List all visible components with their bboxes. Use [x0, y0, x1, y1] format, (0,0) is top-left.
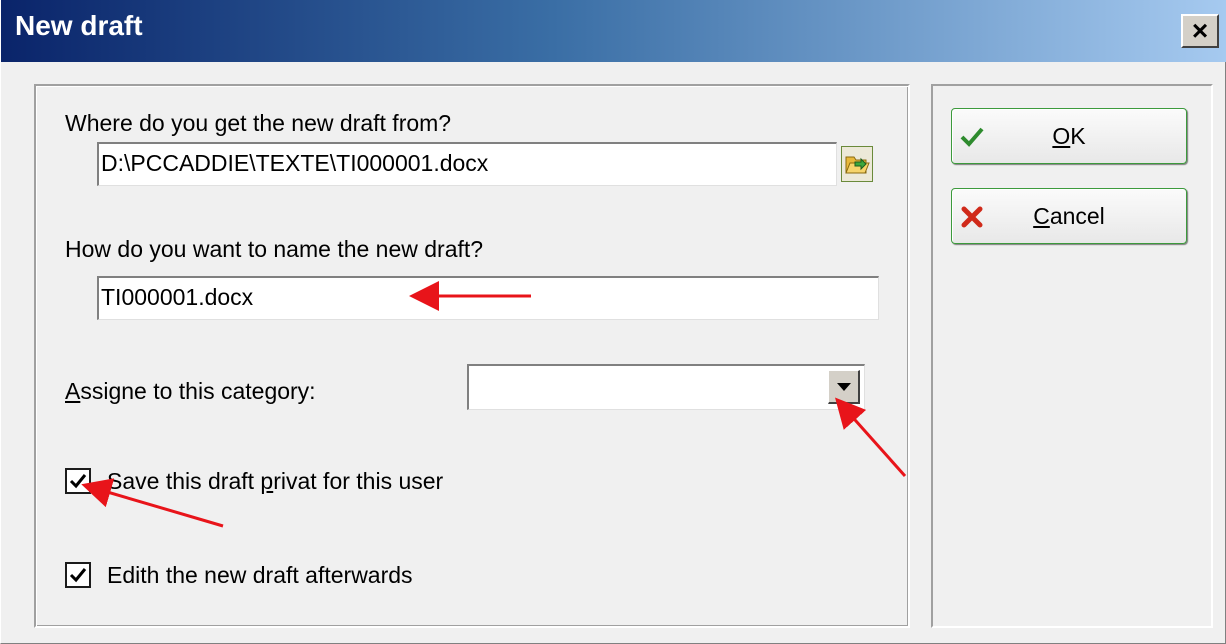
category-label: Assigne to this category:: [65, 378, 316, 404]
category-select[interactable]: [467, 364, 865, 410]
category-dropdown-button[interactable]: [828, 370, 860, 404]
checkmark-icon: [69, 474, 87, 489]
edit-afterwards-checkbox[interactable]: [65, 562, 91, 588]
edit-afterwards-label: Edith the new draft afterwards: [107, 562, 413, 588]
triangle-down-icon: [836, 382, 851, 391]
new-draft-dialog: New draft × Where do you get the new dra…: [0, 0, 1226, 644]
private-checkbox[interactable]: [65, 468, 91, 494]
name-label: How do you want to name the new draft?: [65, 236, 484, 262]
ok-button[interactable]: OK: [951, 108, 1187, 164]
window-title: New draft: [15, 10, 143, 41]
close-button[interactable]: ×: [1181, 14, 1219, 48]
private-checkbox-label: Save this draft privat for this user: [107, 468, 444, 494]
source-label: Where do you get the new draft from?: [65, 110, 452, 136]
browse-folder-button[interactable]: [841, 146, 873, 182]
cancel-button[interactable]: Cancel: [951, 188, 1187, 244]
draft-name-input[interactable]: TI000001.docx: [97, 276, 879, 320]
source-input[interactable]: D:\PCCADDIE\TEXTE\TI000001.docx: [97, 142, 837, 186]
cancel-button-label: Cancel: [1033, 203, 1105, 229]
close-icon: ×: [1191, 15, 1209, 46]
checkmark-icon: [69, 568, 87, 583]
open-folder-icon: [845, 156, 870, 174]
ok-button-label: OK: [1052, 123, 1086, 149]
title-bar: New draft ×: [1, 0, 1226, 62]
button-panel: [931, 84, 1213, 628]
